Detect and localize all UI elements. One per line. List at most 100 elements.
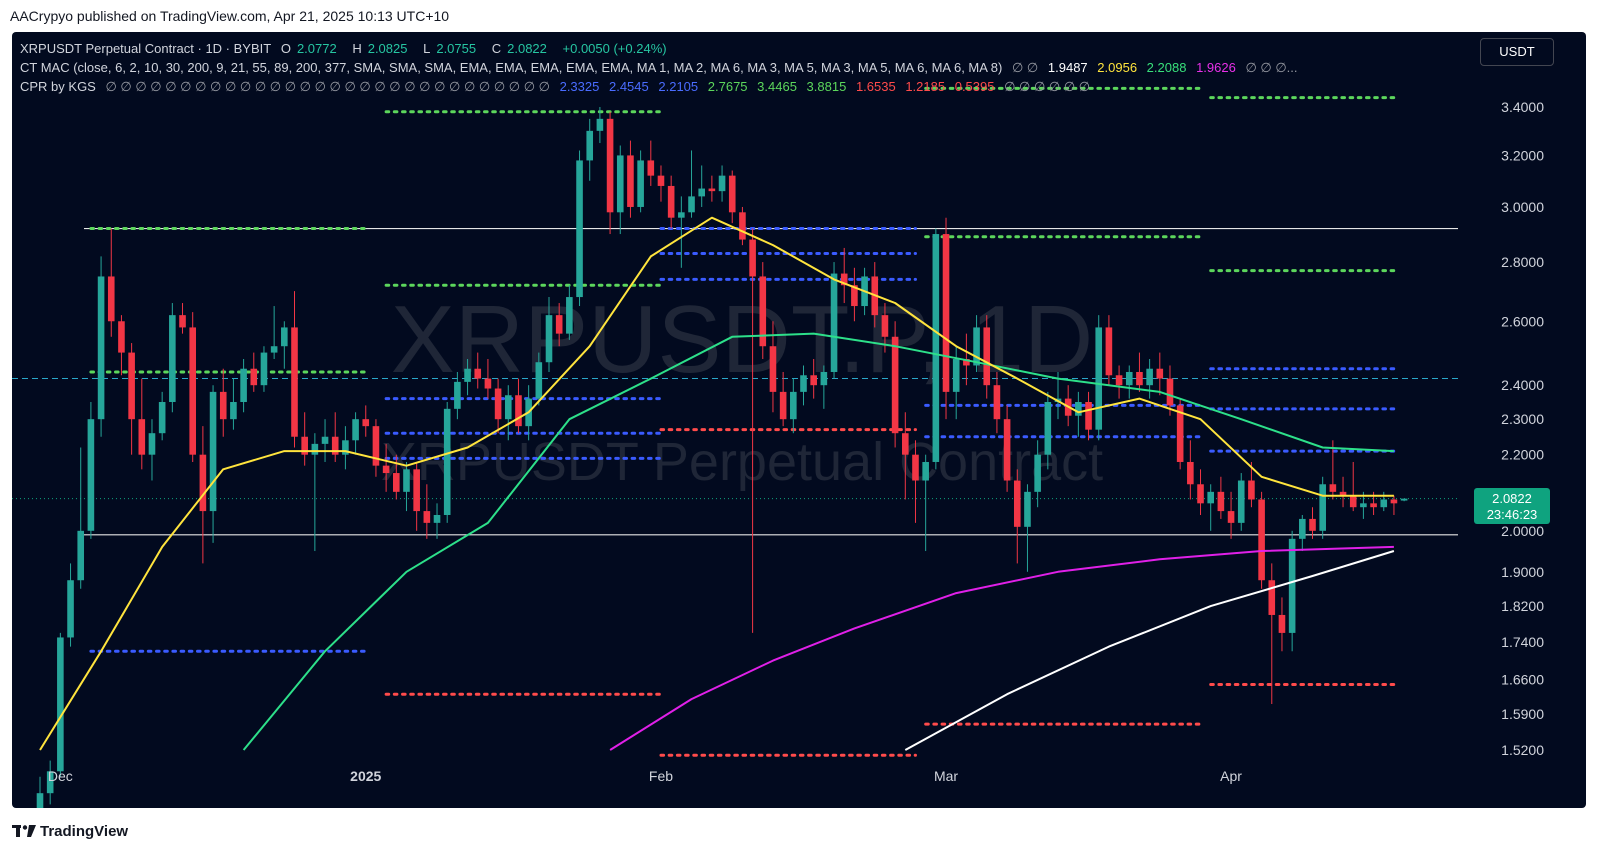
candle [1095,315,1103,441]
candle [57,632,64,777]
candle [1075,391,1082,437]
candle-body [1136,371,1143,386]
ct-mac-value-2: 2.0956 [1097,60,1138,75]
high-value: 2.0825 [367,41,408,56]
candle-body [790,391,797,420]
candle-body [606,118,614,213]
cpr-name[interactable]: CPR by KGS [20,79,96,94]
candle [230,378,237,430]
candle-body [1217,491,1225,512]
symbol-title[interactable]: XRPUSDT Perpetual Contract · 1D · BYBIT [20,41,271,56]
candle-body [1390,499,1398,504]
tradingview-brand[interactable]: TradingView [12,823,128,840]
candle-body [779,391,787,420]
candle [678,196,685,268]
candle-body [830,273,838,372]
tradingview-name: TradingView [40,823,129,840]
ct-mac-params[interactable]: CT MAC (close, 6, 2, 10, 30, 200, 9, 21,… [20,60,1002,75]
candle [433,503,441,539]
candle [169,303,176,413]
price-tick: 1.5900 [1501,706,1544,722]
candle-body [555,315,563,334]
cpr-levels [89,86,1396,757]
candle [739,206,746,246]
price-tick: 3.2000 [1501,147,1544,163]
candle [1146,359,1153,399]
candle-body [413,469,420,512]
time-tick: Feb [649,768,673,784]
ct-mac-legend[interactable]: CT MAC (close, 6, 2, 10, 30, 200, 9, 21,… [20,60,1304,76]
bottom-bar: TradingView [0,810,1600,849]
candle [67,563,74,647]
top-bar: AACrypyo published on TradingView.com, A… [0,0,1600,30]
candle-body [57,637,64,772]
ohlc-low: L 2.0755 [423,41,482,56]
candle [616,145,624,235]
candle-body [1278,614,1286,633]
candle [301,412,308,466]
candle-body [433,514,441,523]
candle-body [1024,491,1031,527]
cpr-value-1: 2.3325 [559,79,600,94]
high-label: H [352,41,362,56]
candle [1115,365,1123,399]
candle-body [1146,368,1153,386]
symbol-legend[interactable]: XRPUSDT Perpetual Contract · 1D · BYBIT … [20,41,673,56]
candle-body [902,433,909,455]
candle-body [1360,503,1367,508]
candle-body [1237,480,1245,523]
candle-body [576,160,583,298]
candle [331,412,339,462]
candle-body [138,419,146,455]
candle [1319,476,1326,539]
price-tick: 1.8200 [1501,598,1544,614]
candle [1207,484,1214,531]
candle-body [800,375,807,392]
candle-body [1400,498,1408,501]
candle-body [1166,378,1174,406]
candle [1329,440,1337,500]
candle [403,461,410,512]
cpr-value-6: 3.8815 [806,79,847,94]
candle-body [97,276,105,420]
candle [87,402,95,539]
bar-countdown: 23:46:23 [1486,507,1538,522]
price-tick: 1.7400 [1501,634,1544,650]
price-change: +0.0050 (+0.24%) [562,41,667,56]
candle-body [1105,327,1113,376]
candle [657,165,665,202]
candle [1024,484,1031,572]
ct-mac-value-3: 2.2088 [1146,60,1187,75]
candle-body [922,461,929,481]
open-label: O [280,41,291,56]
candle [372,419,380,477]
tradingview-logo-icon [12,825,36,837]
chart-panel[interactable]: XRPUSDT.P, 1D XRPUSDT Perpetual Contract 3… [12,32,1586,808]
candle-body [1370,503,1377,508]
price-tick: 2.4000 [1501,377,1544,393]
candle-body [1125,371,1133,386]
candle-body [169,315,176,403]
low-label: L [423,41,431,56]
candle-body [688,196,695,213]
candle [1237,473,1245,531]
price-chart[interactable]: XRPUSDT.P, 1DXRPUSDT Perpetual Contract3… [12,32,1586,808]
candle [1400,498,1408,502]
candle-body [596,118,604,131]
candle-body [637,160,644,207]
cpr-value-3: 2.2105 [658,79,699,94]
candle-body [1013,480,1021,527]
candle-body [708,188,716,192]
currency-button[interactable]: USDT [1480,38,1554,66]
candle [1125,365,1133,399]
candle [586,118,594,181]
candle-body [983,327,991,386]
ma-line-magenta [609,545,1394,751]
cpr-legend[interactable]: CPR by KGS ∅ ∅ ∅ ∅ ∅ ∅ ∅ ∅ ∅ ∅ ∅ ∅ ∅ ∅ ∅… [20,79,1096,95]
candle [1197,469,1204,515]
cpr-value-2: 2.4545 [608,79,649,94]
candle [352,412,359,455]
candle [128,343,135,455]
candle-body [728,175,736,213]
candle-body [484,378,492,389]
